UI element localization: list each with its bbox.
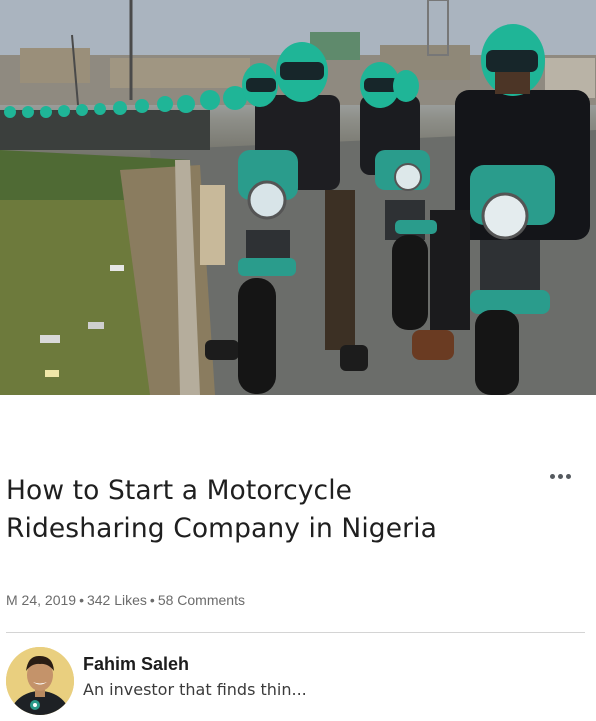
article-title: How to Start a Motorcycle Ridesharing Co… xyxy=(6,472,526,548)
more-options-button[interactable] xyxy=(544,466,576,486)
author-card[interactable]: Fahim Saleh An investor that finds thin.… xyxy=(6,646,586,716)
meta-separator: • xyxy=(149,592,155,608)
avatar-photo xyxy=(6,647,74,715)
more-options-dot xyxy=(549,473,555,479)
article-title-line2: Ridesharing Company in Nigeria xyxy=(6,513,437,544)
more-options-dot xyxy=(557,473,563,479)
publish-date: M 24, 2019 xyxy=(6,592,77,608)
author-tagline: An investor that finds thin... xyxy=(83,680,307,699)
more-options-dot xyxy=(565,473,571,479)
article-meta: M 24, 2019 • 342 Likes • 58 Comments xyxy=(6,592,245,608)
section-divider xyxy=(6,632,585,633)
likes-count[interactable]: 342 Likes xyxy=(87,592,147,608)
author-name[interactable]: Fahim Saleh xyxy=(83,654,189,675)
meta-separator: • xyxy=(79,592,84,608)
avatar[interactable] xyxy=(6,647,74,715)
article-title-line1: How to Start a Motorcycle xyxy=(6,475,353,506)
hero-photo-illustration xyxy=(0,0,596,395)
hero-image[interactable] xyxy=(0,0,596,395)
comments-count[interactable]: 58 Comments xyxy=(158,592,245,608)
